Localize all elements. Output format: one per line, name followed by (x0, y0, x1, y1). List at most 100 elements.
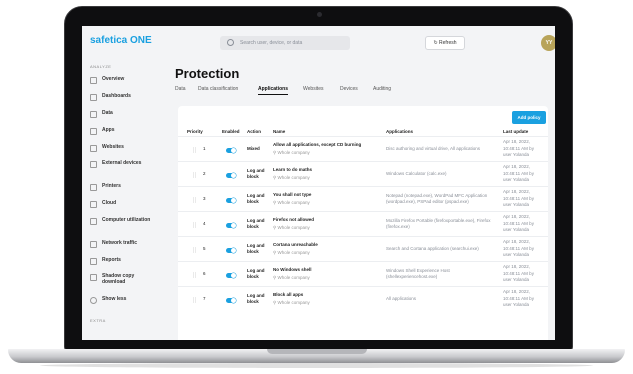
policy-scope: ⚲ Whole company (273, 300, 310, 305)
policy-name[interactable]: Allow all applications, except CD burnin… (273, 142, 379, 148)
drag-handle-icon[interactable] (193, 172, 196, 178)
table-row[interactable]: 3 Log and block You shall not type ⚲ Whole … (178, 186, 548, 212)
search-input[interactable]: Search user, device, or data (220, 36, 350, 50)
policy-scope: ⚲ Whole company (273, 150, 310, 155)
col-action[interactable]: Action (247, 129, 261, 134)
priority-value: 3 (203, 196, 206, 201)
tab-devices[interactable]: Devices (340, 84, 358, 94)
tab-data[interactable]: Data (175, 84, 186, 94)
sidebar-section-analyze: ANALYZE (90, 64, 112, 69)
action-value: Log and block (247, 193, 265, 204)
policy-scope: ⚲ Whole company (273, 275, 310, 280)
enabled-toggle[interactable] (226, 223, 236, 228)
policy-name[interactable]: Cortana unreachable (273, 242, 379, 248)
applications-value: All applications (386, 296, 417, 301)
drag-handle-icon[interactable] (193, 222, 196, 228)
websites-icon (90, 145, 97, 152)
policy-name[interactable]: You shall not type (273, 192, 379, 198)
search-icon (227, 39, 234, 46)
add-policy-button[interactable]: Add policy (512, 111, 546, 124)
col-enabled[interactable]: Enabled (222, 129, 240, 134)
policy-name[interactable]: No Windows shell (273, 267, 379, 273)
table-row[interactable]: 2 Log and block Learn to do maths ⚲ Whole c… (178, 161, 548, 187)
last-update-value: Apr 18, 2022, 10:48:11 AM by user Yolanda (503, 289, 534, 307)
table-row[interactable]: 5 Log and block Cortana unreachable ⚲ Whole… (178, 236, 548, 262)
priority-value: 4 (203, 221, 206, 226)
applications-value: Search and Cortana application (searchui… (386, 246, 479, 251)
col-priority[interactable]: Priority (187, 129, 203, 134)
laptop-notch (267, 349, 367, 354)
applications-value: Disc authoring and virtual drive, All ap… (386, 146, 481, 151)
drag-handle-icon[interactable] (193, 197, 196, 203)
last-update-value: Apr 18, 2022, 10:48:11 AM by user Yolanda (503, 239, 534, 257)
laptop-shadow (40, 363, 593, 368)
table-row[interactable]: 1 Mixed Allow all applications, except CD … (178, 136, 548, 162)
more-icon (90, 297, 97, 304)
enabled-toggle[interactable] (226, 273, 236, 278)
computer-icon (90, 218, 97, 225)
policy-scope: ⚲ Whole company (273, 250, 310, 255)
drag-handle-icon[interactable] (193, 272, 196, 278)
tabs-bar: Data Data classification Applications We… (175, 84, 545, 96)
enabled-toggle[interactable] (226, 198, 236, 203)
col-applications[interactable]: Applications (386, 129, 413, 134)
camera-dot (317, 12, 322, 17)
avatar[interactable]: YY (541, 35, 555, 51)
action-value: Log and block (247, 268, 265, 279)
action-value: Log and block (247, 218, 265, 229)
data-icon (90, 111, 97, 118)
last-update-value: Apr 18, 2022, 10:48:11 AM by user Yolanda (503, 139, 534, 157)
app-logo: safetica ONE (90, 35, 152, 46)
apps-icon (90, 128, 97, 135)
drag-handle-icon[interactable] (193, 247, 196, 253)
applications-value: Windows Calculator (calc.exe) (386, 171, 447, 176)
policy-scope: ⚲ Whole company (273, 175, 310, 180)
priority-value: 1 (203, 146, 206, 151)
priority-value: 6 (203, 271, 206, 276)
tab-websites[interactable]: Websites (303, 84, 323, 94)
drag-handle-icon[interactable] (193, 147, 196, 153)
action-value: Log and block (247, 293, 265, 304)
table-row[interactable]: 7 Log and block Block all apps ⚲ Whole comp… (178, 286, 548, 312)
page-title: Protection (175, 66, 240, 81)
action-value: Log and block (247, 243, 265, 254)
drag-handle-icon[interactable] (193, 297, 196, 303)
policy-name[interactable]: Learn to do maths (273, 167, 379, 173)
enabled-toggle[interactable] (226, 148, 236, 153)
priority-value: 5 (203, 246, 206, 251)
search-placeholder: Search user, device, or data (240, 40, 303, 46)
applications-value: Notepad (notepad.exe), WordPad MFC Appli… (386, 193, 488, 204)
priority-value: 2 (203, 171, 206, 176)
sidebar-section-extra: EXTRA (90, 318, 106, 323)
applications-value: Mozilla Firefox Portable (firefoxportabl… (386, 218, 491, 229)
policy-scope: ⚲ Whole company (273, 200, 310, 205)
table-row[interactable]: 4 Log and block Firefox not allowed ⚲ Whole… (178, 211, 548, 237)
refresh-button[interactable]: ↻ Refresh (425, 36, 465, 50)
action-value: Mixed (247, 146, 260, 151)
priority-value: 7 (203, 296, 206, 301)
printer-icon (90, 184, 97, 191)
app-screen: safetica ONE Search user, device, or dat… (82, 26, 555, 340)
download-icon (90, 274, 97, 281)
col-last-update[interactable]: Last update (503, 129, 528, 134)
enabled-toggle[interactable] (226, 298, 236, 303)
last-update-value: Apr 18, 2022, 10:48:11 AM by user Yolanda (503, 189, 534, 207)
tab-data-classification[interactable]: Data classification (198, 84, 238, 94)
col-name[interactable]: Name (273, 129, 285, 134)
tab-auditing[interactable]: Auditing (373, 84, 391, 94)
policy-name[interactable]: Block all apps (273, 292, 379, 298)
sidebar: ANALYZE Overview Dashboards Data Apps We… (90, 64, 151, 323)
table-row[interactable]: 6 Log and block No Windows shell ⚲ Whole co… (178, 261, 548, 287)
reports-icon (90, 258, 97, 265)
policy-name[interactable]: Firefox not allowed (273, 217, 379, 223)
enabled-toggle[interactable] (226, 248, 236, 253)
top-bar: safetica ONE Search user, device, or dat… (82, 26, 555, 60)
last-update-value: Apr 18, 2022, 10:48:11 AM by user Yolanda (503, 214, 534, 232)
tab-applications[interactable]: Applications (258, 84, 289, 95)
policy-scope: ⚲ Whole company (273, 225, 310, 230)
enabled-toggle[interactable] (226, 173, 236, 178)
cloud-icon (90, 201, 97, 208)
dashboards-icon (90, 94, 97, 101)
action-value: Log and block (247, 168, 265, 179)
usb-icon (90, 161, 97, 168)
